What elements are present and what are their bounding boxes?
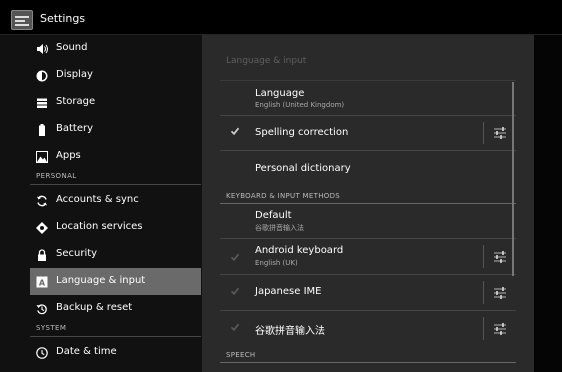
checkmark-icon[interactable] [230, 286, 240, 299]
spelling-correction-preference[interactable]: Spelling correction [220, 116, 516, 150]
sidebar-item-label: Date & time [56, 346, 117, 357]
brightness-icon [36, 70, 48, 82]
sidebar-item-storage[interactable]: Storage [30, 89, 201, 116]
japanese-ime-settings-icon[interactable] [490, 285, 510, 301]
lock-icon [36, 249, 48, 261]
sync-icon [36, 195, 48, 207]
backup-icon [36, 303, 48, 315]
settings-app-icon[interactable] [11, 10, 33, 30]
sidebar-item-label: Display [56, 69, 93, 80]
separator [483, 317, 484, 340]
panel-title: Language & input [226, 56, 307, 66]
speaker-icon [36, 43, 48, 55]
pinyin-ime-title: 谷歌拼音输入法 [255, 326, 325, 337]
checkmark-icon[interactable] [230, 252, 240, 265]
sidebar-item-apps[interactable]: Apps [30, 143, 201, 170]
default-ime-preference[interactable]: Default 谷歌拼音输入法 [220, 204, 516, 238]
spelling-correction-title: Spelling correction [255, 127, 349, 138]
sidebar-header-personal: PERSONAL [30, 170, 201, 185]
sidebar-item-label: Location services [56, 221, 143, 232]
personal-dictionary-title: Personal dictionary [255, 163, 351, 174]
checkmark-icon[interactable] [230, 126, 240, 139]
spelling-settings-icon[interactable] [490, 125, 510, 141]
svg-text:A: A [39, 278, 46, 287]
japanese-ime-title: Japanese IME [255, 286, 322, 297]
separator [483, 245, 484, 268]
sidebar-item-accounts-sync[interactable]: Accounts & sync [30, 187, 201, 214]
pinyin-ime-preference[interactable]: 谷歌拼音输入法 [220, 311, 516, 346]
sidebar-item-location-services[interactable]: Location services [30, 214, 201, 241]
default-title: Default [255, 210, 292, 221]
sidebar-item-label: Language & input [56, 275, 146, 286]
keyboard-input-methods-header: KEYBOARD & INPUT METHODS [226, 192, 340, 200]
sidebar-item-label: Sound [56, 42, 88, 53]
sidebar-header-system: SYSTEM [30, 322, 201, 337]
apps-icon [36, 151, 48, 163]
language-preference[interactable]: Language English (United Kingdom) [220, 81, 516, 115]
sidebar-item-sound[interactable]: Sound [30, 35, 201, 62]
android-keyboard-settings-icon[interactable] [490, 249, 510, 265]
language-title: Language [255, 88, 305, 99]
sidebar-item-language-input[interactable]: A Language & input [30, 268, 201, 295]
checkmark-icon[interactable] [230, 322, 240, 335]
scrollbar[interactable] [512, 82, 514, 276]
action-bar-title: Settings [40, 12, 86, 25]
android-keyboard-title: Android keyboard [255, 245, 344, 256]
storage-icon [36, 97, 48, 109]
sidebar-item-label: Apps [56, 150, 81, 161]
pinyin-ime-settings-icon[interactable] [490, 321, 510, 337]
category-divider [220, 362, 516, 363]
sidebar-item-label: Battery [56, 123, 94, 134]
default-summary: 谷歌拼音输入法 [255, 224, 304, 232]
sidebar-item-battery[interactable]: Battery [30, 116, 201, 143]
android-keyboard-preference[interactable]: Android keyboard English (UK) [220, 239, 516, 274]
action-bar: Settings [0, 0, 562, 35]
sidebar-item-date-time[interactable]: Date & time [30, 339, 201, 366]
sidebar-item-display[interactable]: Display [30, 62, 201, 89]
screen-edge [534, 35, 562, 372]
sidebar: Sound Display Storage Battery Apps PERSO… [0, 35, 202, 372]
language-icon: A [36, 276, 48, 288]
japanese-ime-preference[interactable]: Japanese IME [220, 275, 516, 310]
location-icon [36, 222, 48, 234]
language-input-panel: Language & input Language English (Unite… [202, 35, 534, 372]
speech-header: SPEECH [226, 351, 256, 359]
sidebar-item-label: Backup & reset [56, 302, 133, 313]
clock-icon [36, 347, 48, 359]
sidebar-item-label: Storage [56, 96, 96, 107]
separator [483, 122, 484, 144]
personal-dictionary-preference[interactable]: Personal dictionary [220, 151, 516, 185]
language-summary: English (United Kingdom) [255, 101, 345, 109]
sidebar-item-label: Accounts & sync [56, 194, 139, 205]
battery-icon [36, 124, 48, 136]
sidebar-item-security[interactable]: Security [30, 241, 201, 268]
separator [483, 281, 484, 304]
android-keyboard-summary: English (UK) [255, 259, 298, 267]
sidebar-item-backup-reset[interactable]: Backup & reset [30, 295, 201, 322]
sidebar-item-label: Security [56, 248, 98, 259]
